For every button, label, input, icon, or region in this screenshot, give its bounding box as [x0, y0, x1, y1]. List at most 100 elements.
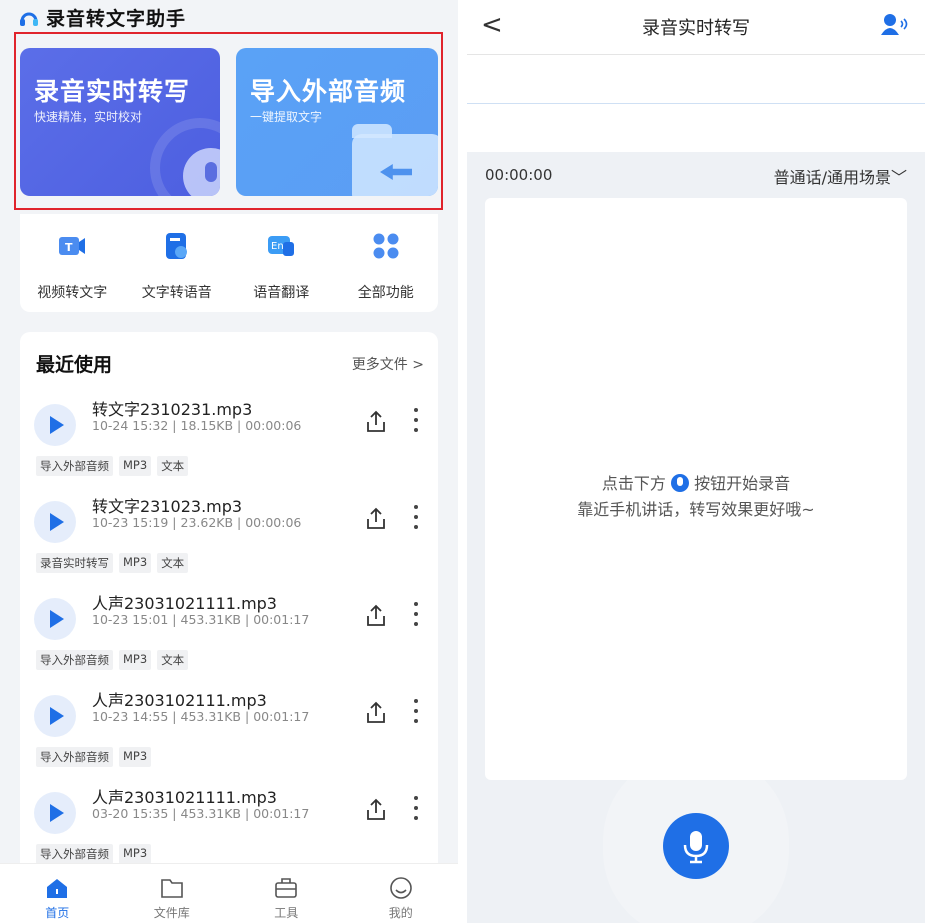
file-duration: 00:01:17 [253, 612, 310, 627]
list-item[interactable]: 转文字2310231.mp3 10-24 15:32 | 18.15KB | 0… [20, 394, 438, 491]
file-meta: 10-24 15:32 | 18.15KB | 00:00:06 [92, 418, 302, 433]
text-to-speech-icon [165, 233, 187, 259]
share-icon[interactable] [365, 410, 387, 434]
tab-label: 工具 [274, 906, 299, 920]
tab-label: 我的 [388, 906, 413, 920]
hint-line-1: 点击下方 按钮开始录音 [485, 470, 907, 494]
all-features-icon [373, 233, 399, 259]
file-duration: 00:00:06 [245, 418, 302, 433]
video-to-text-icon: T [59, 237, 86, 255]
file-date: 10-23 15:01 [92, 612, 169, 627]
recording-time: 00:00:00 [485, 166, 553, 184]
top-bar: < 录音实时转写 [467, 0, 925, 152]
language-mode-selector[interactable]: 普通话/通用场景﹀ [774, 164, 907, 188]
divider [458, 0, 467, 923]
speaker-settings-icon[interactable] [879, 12, 909, 36]
microphone-icon [683, 831, 709, 864]
realtime-transcribe-screen: < 录音实时转写 00:00:00 普通话/通用场景﹀ 点击下方 按钮开始录音 … [467, 0, 925, 923]
file-name: 人声2303102111.mp3 [92, 691, 267, 710]
file-size: 453.31KB [180, 709, 242, 724]
play-icon[interactable] [34, 695, 76, 737]
tag: 录音实时转写 [36, 553, 113, 573]
share-icon[interactable] [365, 798, 387, 822]
play-icon[interactable] [34, 404, 76, 446]
tab-home[interactable]: 首页 [0, 864, 115, 923]
file-size: 453.31KB [180, 806, 242, 821]
file-duration: 00:01:17 [253, 709, 310, 724]
tool-label: 文字转语音 [141, 285, 212, 301]
svg-text:T: T [65, 241, 73, 254]
list-item[interactable]: 人声23031021111.mp3 10-23 15:01 | 453.31KB… [20, 588, 438, 685]
play-icon[interactable] [34, 792, 76, 834]
voice-translate-icon: En [268, 236, 295, 256]
tool-all-features[interactable]: 全部功能 [334, 214, 439, 312]
share-icon[interactable] [365, 604, 387, 628]
tab-profile[interactable]: 我的 [344, 864, 459, 923]
waveform-ruler [467, 54, 925, 64]
play-icon[interactable] [34, 501, 76, 543]
tool-label: 视频转文字 [37, 285, 108, 301]
recent-title: 最近使用 [36, 354, 113, 376]
app-logo-icon [20, 12, 38, 26]
recent-files-panel: 最近使用 更多文件 > 转文字2310231.mp3 10-24 15:32 |… [20, 332, 438, 872]
tag: MP3 [119, 747, 152, 767]
tool-voice-translate[interactable]: En 语音翻译 [229, 214, 334, 312]
file-tags: 导入外部音频 MP3 [36, 747, 152, 767]
tab-tools[interactable]: 工具 [229, 864, 344, 923]
tag: 文本 [157, 456, 189, 476]
more-icon[interactable] [413, 796, 419, 822]
bottom-tab-bar: 首页 文件库 工具 我的 [0, 863, 458, 923]
more-icon[interactable] [413, 699, 419, 725]
transcript-area: 点击下方 按钮开始录音 靠近手机讲话，转写效果更好哦~ [485, 198, 907, 780]
app-title: 录音转文字助手 [46, 8, 187, 30]
tab-label: 首页 [45, 906, 70, 920]
more-icon[interactable] [413, 602, 419, 628]
file-name: 人声23031021111.mp3 [92, 594, 277, 613]
tool-video-to-text[interactable]: T 视频转文字 [20, 214, 125, 312]
file-date: 10-23 14:55 [92, 709, 169, 724]
more-files-link[interactable]: 更多文件 > [352, 354, 424, 374]
more-icon[interactable] [413, 505, 419, 531]
tool-text-to-speech[interactable]: 文字转语音 [125, 214, 230, 312]
list-item[interactable]: 人声2303102111.mp3 10-23 14:55 | 453.31KB … [20, 685, 438, 782]
more-icon[interactable] [413, 408, 419, 434]
tab-files[interactable]: 文件库 [115, 864, 230, 923]
page-title: 录音实时转写 [642, 18, 750, 39]
file-name: 转文字231023.mp3 [92, 497, 243, 516]
hint-line-2: 靠近手机讲话，转写效果更好哦~ [577, 500, 815, 519]
file-size: 453.31KB [180, 612, 242, 627]
file-date: 10-23 15:19 [92, 515, 169, 530]
tag: 文本 [157, 650, 189, 670]
tab-label: 文件库 [153, 906, 190, 920]
tag: 导入外部音频 [36, 650, 113, 670]
file-name: 转文字2310231.mp3 [92, 400, 253, 419]
hint-suffix: 按钮开始录音 [694, 474, 791, 493]
file-tags: 导入外部音频 MP3 文本 [36, 456, 189, 476]
file-meta: 03-20 15:35 | 453.31KB | 00:01:17 [92, 806, 310, 821]
file-duration: 00:01:17 [253, 806, 310, 821]
file-duration: 00:00:06 [245, 515, 302, 530]
play-icon[interactable] [34, 598, 76, 640]
microphone-icon [671, 474, 689, 492]
tag: 导入外部音频 [36, 844, 113, 864]
smiley-icon [389, 877, 412, 899]
toolbox-icon [275, 878, 298, 898]
file-tags: 导入外部音频 MP3 [36, 844, 152, 864]
share-icon[interactable] [365, 507, 387, 531]
file-meta: 10-23 15:01 | 453.31KB | 00:01:17 [92, 612, 310, 627]
share-icon[interactable] [365, 701, 387, 725]
record-button[interactable] [663, 813, 729, 879]
file-tags: 录音实时转写 MP3 文本 [36, 553, 189, 573]
file-meta: 10-23 15:19 | 23.62KB | 00:00:06 [92, 515, 302, 530]
file-name: 人声23031021111.mp3 [92, 788, 277, 807]
highlight-box [14, 32, 443, 210]
list-item[interactable]: 转文字231023.mp3 10-23 15:19 | 23.62KB | 00… [20, 491, 438, 588]
tool-label: 语音翻译 [253, 285, 310, 301]
hint-prefix: 点击下方 [601, 474, 666, 493]
file-date: 03-20 15:35 [92, 806, 169, 821]
waveform-baseline [467, 103, 925, 104]
svg-text:En: En [271, 241, 284, 252]
tag: MP3 [119, 844, 152, 864]
file-tags: 导入外部音频 MP3 文本 [36, 650, 189, 670]
tag: MP3 [119, 650, 152, 670]
